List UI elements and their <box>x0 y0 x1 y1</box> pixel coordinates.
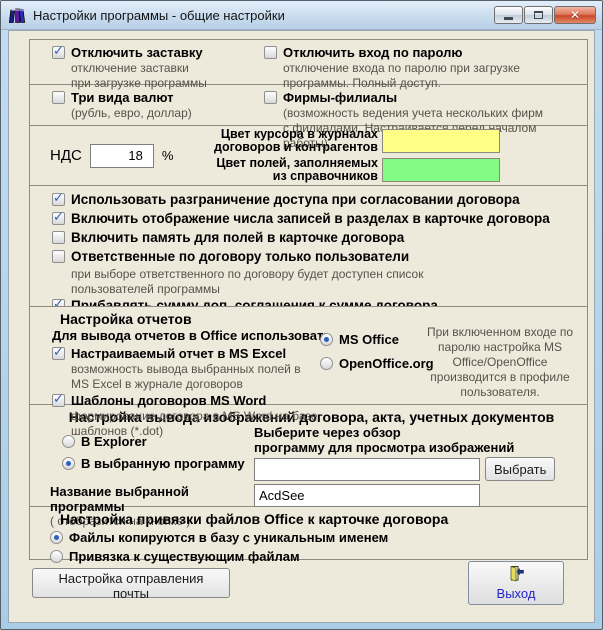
field-memory-label[interactable]: Включить память для полей в карточке дог… <box>71 229 404 246</box>
disable-password-checkbox[interactable] <box>264 46 277 59</box>
link-existing-radio[interactable] <box>50 550 63 563</box>
explorer-radio[interactable] <box>62 435 75 448</box>
currency-branches-group: Три вида валют (рубль, евро, доллар) Фир… <box>29 84 588 150</box>
fields-color-swatch[interactable] <box>382 158 500 182</box>
checkbox-row: Ответственные по договору только пользов… <box>52 248 581 265</box>
contract-options-group: Использовать разграничение доступа при с… <box>29 185 588 332</box>
program-path-input[interactable] <box>254 457 480 481</box>
fields-color-label: Цвет полей, заполняемых из справочников <box>216 156 378 183</box>
browse-hint-label: программу для просмотра изображений <box>254 440 515 455</box>
checkbox-row: Шаблоны договоров MS Word формирование д… <box>52 391 352 439</box>
books-icon <box>8 7 27 24</box>
three-currencies-desc: (рубль, евро, доллар) <box>71 106 192 120</box>
startup-group: Отключить заставку отключение заставки п… <box>29 39 588 90</box>
radio-row: OpenOffice.org <box>320 355 434 372</box>
disable-splash-label[interactable]: Отключить заставку <box>71 44 207 61</box>
file-binding-group: Настройка привязки файлов Office к карто… <box>29 506 588 564</box>
responsible-users-checkbox[interactable] <box>52 250 65 263</box>
branches-checkbox[interactable] <box>264 91 277 104</box>
radio-row: MS Office <box>320 331 434 348</box>
reports-group: Настройка отчетов Для вывода отчетов в O… <box>29 306 588 438</box>
settings-window: Настройки программы - общие настройки ✕ … <box>0 0 603 630</box>
cursor-color-swatch[interactable] <box>382 129 500 153</box>
field-memory-checkbox[interactable] <box>52 231 65 244</box>
word-templates-label[interactable]: Шаблоны договоров MS Word <box>71 392 352 409</box>
checkbox-row: Три вида валют (рубль, евро, доллар) <box>52 89 264 121</box>
record-count-label[interactable]: Включить отображение числа записей в раз… <box>71 210 550 227</box>
copy-to-db-radio[interactable] <box>50 531 63 544</box>
branches-desc: (возможность ведения учета нескольких фи… <box>283 106 543 120</box>
checkbox-row: Включить память для полей в карточке дог… <box>52 229 581 246</box>
link-existing-label[interactable]: Привязка к существующим файлам <box>69 548 300 565</box>
ms-office-label[interactable]: MS Office <box>339 331 399 348</box>
disable-splash-checkbox[interactable] <box>52 43 65 59</box>
exit-button[interactable]: Выход <box>468 561 564 605</box>
program-name-label: Название выбранной программы <box>50 484 189 514</box>
vat-input[interactable] <box>89 143 154 168</box>
close-icon: ✕ <box>569 8 581 22</box>
copy-to-db-label[interactable]: Файлы копируются в базу с уникальным име… <box>69 529 388 546</box>
chosen-program-label[interactable]: В выбранную программу <box>81 455 245 472</box>
checkbox-row: Использовать разграничение доступа при с… <box>52 190 581 208</box>
disable-splash-desc: отключение заставки <box>71 61 189 75</box>
maximize-icon <box>534 11 543 19</box>
cursor-color-label: Цвет курсора в журналах договоров и конт… <box>214 127 378 154</box>
window-title: Настройки программы - общие настройки <box>33 7 285 23</box>
excel-report-label[interactable]: Настраиваемый отчет в MS Excel <box>71 345 301 362</box>
responsible-users-desc: при выборе ответственного по договору бу… <box>71 267 424 281</box>
excel-report-desc: возможность вывода выбранных полей в <box>71 362 301 376</box>
three-currencies-label[interactable]: Три вида валют <box>71 89 192 106</box>
checkbox-row: Включить отображение числа записей в раз… <box>52 209 581 227</box>
checkbox-row: Настраиваемый отчет в MS Excel возможнос… <box>52 344 352 392</box>
access-control-label[interactable]: Использовать разграничение доступа при с… <box>71 191 520 208</box>
disable-password-desc: отключение входа по паролю при загрузке <box>283 61 520 75</box>
checkbox-row: Отключить вход по паролю отключение вход… <box>264 44 581 91</box>
word-templates-checkbox[interactable] <box>52 391 65 407</box>
window-controls: ✕ <box>494 6 596 24</box>
three-currencies-checkbox[interactable] <box>52 91 65 104</box>
record-count-checkbox[interactable] <box>52 209 65 225</box>
radio-row: В выбранную программу <box>62 455 254 472</box>
close-button[interactable]: ✕ <box>554 6 596 24</box>
chosen-program-radio[interactable] <box>62 457 75 470</box>
browse-button[interactable]: Выбрать <box>485 457 556 481</box>
exit-button-label: Выход <box>496 586 536 601</box>
access-control-checkbox[interactable] <box>52 190 65 206</box>
disable-password-label[interactable]: Отключить вход по паролю <box>283 44 520 61</box>
vat-label: НДС <box>50 147 82 164</box>
checkbox-row: Отключить заставку отключение заставки п… <box>52 43 264 91</box>
window-frame: Отключить заставку отключение заставки п… <box>1 30 602 629</box>
file-binding-title: Настройка привязки файлов Office к карто… <box>60 511 449 527</box>
maximize-button[interactable] <box>524 6 553 24</box>
minimize-button[interactable] <box>494 6 523 24</box>
program-name-input[interactable] <box>254 484 480 507</box>
excel-report-checkbox[interactable] <box>52 344 65 360</box>
exit-door-icon <box>507 565 525 585</box>
reports-title: Настройка отчетов <box>60 311 192 327</box>
titlebar[interactable]: Настройки программы - общие настройки ✕ <box>1 1 602 30</box>
responsible-users-desc: пользователей программы <box>71 282 220 296</box>
excel-report-desc: MS Excel в журнале договоров <box>71 377 243 391</box>
footer: Настройка отправления почты Выход <box>9 561 594 605</box>
client-area: Отключить заставку отключение заставки п… <box>8 30 595 623</box>
minimize-icon <box>504 17 513 20</box>
radio-row: Файлы копируются в базу с уникальным име… <box>50 529 581 546</box>
branches-label[interactable]: Фирмы-филиалы <box>283 89 581 106</box>
password-profile-note: При включенном входе по паролю настройка… <box>426 325 574 399</box>
responsible-users-label[interactable]: Ответственные по договору только пользов… <box>71 248 409 265</box>
mail-settings-button[interactable]: Настройка отправления почты <box>32 568 230 601</box>
percent-label: % <box>161 148 174 163</box>
openoffice-radio[interactable] <box>320 357 333 370</box>
word-templates-desc: формирование договора в MS Word на базе … <box>71 409 318 438</box>
office-use-label: Для вывода отчетов в Office использовать <box>52 328 332 343</box>
ms-office-radio[interactable] <box>320 333 333 346</box>
